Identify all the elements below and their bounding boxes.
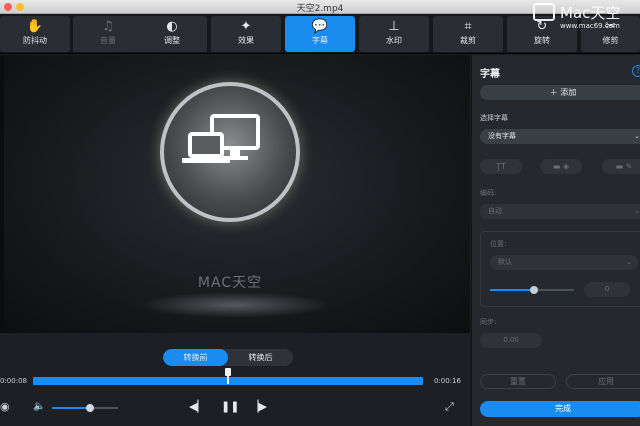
playhead-line	[227, 376, 229, 384]
paint-bucket-icon: ▬ ◈	[552, 162, 570, 171]
contrast-icon: ◐	[166, 19, 178, 34]
tool-label: 字幕	[312, 36, 328, 45]
position-label: 位置:	[490, 240, 507, 248]
text-size-icon: T̥T	[496, 162, 506, 171]
tool-label: 裁剪	[460, 36, 476, 45]
devices-icon	[182, 114, 260, 163]
tool-subtitles[interactable]: 💬 字幕	[285, 16, 355, 52]
position-select-value: 默认	[498, 258, 512, 266]
apply-button[interactable]: 应用	[566, 374, 640, 389]
brand-text: MAC天空	[197, 275, 263, 291]
volume-fill	[52, 407, 91, 409]
fullscreen-icon[interactable]: ⤢	[445, 400, 454, 414]
position-slider[interactable]	[490, 286, 574, 294]
plus-icon: ＋	[549, 88, 561, 97]
pause-icon[interactable]: ❚❚	[221, 400, 239, 413]
volume-slider[interactable]	[52, 404, 118, 412]
preview-edge	[0, 55, 4, 333]
before-after-toggle: 转换前 转换后	[163, 349, 293, 366]
font-size-button[interactable]: T̥T	[480, 159, 522, 174]
fill-color-button[interactable]: ▬ ◈	[540, 159, 582, 174]
watermark-text: Mac天空	[560, 4, 621, 22]
encoding-label: 编码:	[480, 189, 497, 197]
tool-label: 调整	[164, 36, 180, 45]
tool-watermark[interactable]: ⊥ 水印	[359, 16, 429, 52]
volume-knob[interactable]	[86, 404, 95, 412]
chevron-down-icon: ⌄	[634, 132, 640, 140]
encoding-select-value: 自动	[488, 207, 502, 215]
subtitle-panel: 字幕 ? ＋ 添加 选择字幕 没有字幕 ⌄ T̥T ▬ ◈ ▬ ✎ 编码: 自动…	[471, 55, 640, 426]
position-slider-knob[interactable]	[530, 286, 538, 294]
pencil-icon: ▬ ✎	[615, 162, 633, 171]
speech-bubble-icon: 💬	[311, 19, 329, 34]
subtitle-select[interactable]: 没有字幕 ⌄	[480, 129, 640, 144]
crop-icon: ⌗	[464, 19, 472, 34]
brand-logo	[160, 82, 300, 222]
chevron-down-icon: ⌄	[634, 207, 640, 215]
playhead-knob	[225, 368, 231, 376]
before-button[interactable]: 转换前	[163, 349, 228, 366]
watermark-logo-icon	[533, 3, 555, 21]
panel-title: 字幕	[480, 69, 500, 80]
music-note-icon: ♫	[102, 19, 114, 34]
current-time: 0:00:08	[0, 377, 27, 385]
encoding-select[interactable]: 自动 ⌄	[480, 204, 640, 219]
rotate-icon: ↻	[536, 19, 548, 34]
next-frame-icon[interactable]: ▕▶	[250, 400, 267, 413]
help-icon[interactable]: ?	[632, 65, 640, 77]
add-label: 添加	[560, 88, 577, 97]
chevron-down-icon: ⌄	[626, 258, 632, 266]
outline-color-button[interactable]: ▬ ✎	[602, 159, 640, 174]
sync-value: 0.00	[503, 336, 519, 344]
add-subtitle-button[interactable]: ＋ 添加	[480, 85, 640, 100]
tool-label: 效果	[238, 36, 254, 45]
tool-crop[interactable]: ⌗ 裁剪	[433, 16, 503, 52]
done-button[interactable]: 完成	[480, 401, 640, 417]
position-slider-fill	[490, 289, 534, 291]
position-select[interactable]: 默认 ⌄	[490, 255, 638, 270]
tool-adjust[interactable]: ◐ 调整	[137, 16, 207, 52]
position-offset-value: 0	[604, 285, 610, 293]
tool-label: 防抖动	[23, 36, 47, 45]
hand-icon: ✋	[26, 19, 44, 34]
total-time: 0:00:16	[434, 377, 461, 385]
sync-stepper[interactable]: 0.00	[480, 333, 542, 348]
tool-label: 旋转	[534, 36, 550, 45]
position-offset-stepper[interactable]: 0	[584, 282, 630, 297]
tool-stabilize[interactable]: ✋ 防抖动	[0, 16, 70, 52]
after-button[interactable]: 转换后	[228, 349, 293, 366]
tool-label: 水印	[386, 36, 402, 45]
tool-label: 修剪	[602, 36, 619, 45]
floor-glow	[140, 292, 330, 318]
subtitle-select-value: 没有字幕	[488, 132, 516, 140]
sync-label: 同步:	[480, 318, 497, 326]
stamp-icon: ⊥	[388, 19, 400, 34]
previous-frame-icon[interactable]: ◀▏	[189, 400, 206, 413]
tool-volume[interactable]: ♫ 音量	[73, 16, 143, 52]
speaker-icon[interactable]: 🔈	[33, 401, 45, 412]
app-window: 天空2.mp4 ✋ 防抖动 ♫ 音量 ◐ 调整 ✦ 效果 💬 字幕 ⊥ 水印 ⌗…	[0, 0, 640, 426]
magic-wand-icon: ✦	[240, 19, 252, 34]
tool-label: 音量	[100, 36, 116, 45]
reset-button[interactable]: 重置	[480, 374, 556, 389]
camera-icon[interactable]: ◉	[0, 400, 10, 413]
select-subtitle-label: 选择字幕	[480, 114, 508, 122]
tool-effects[interactable]: ✦ 效果	[211, 16, 281, 52]
playhead-handle[interactable]	[225, 368, 231, 384]
watermark-url: www.mac69.com	[560, 22, 620, 30]
